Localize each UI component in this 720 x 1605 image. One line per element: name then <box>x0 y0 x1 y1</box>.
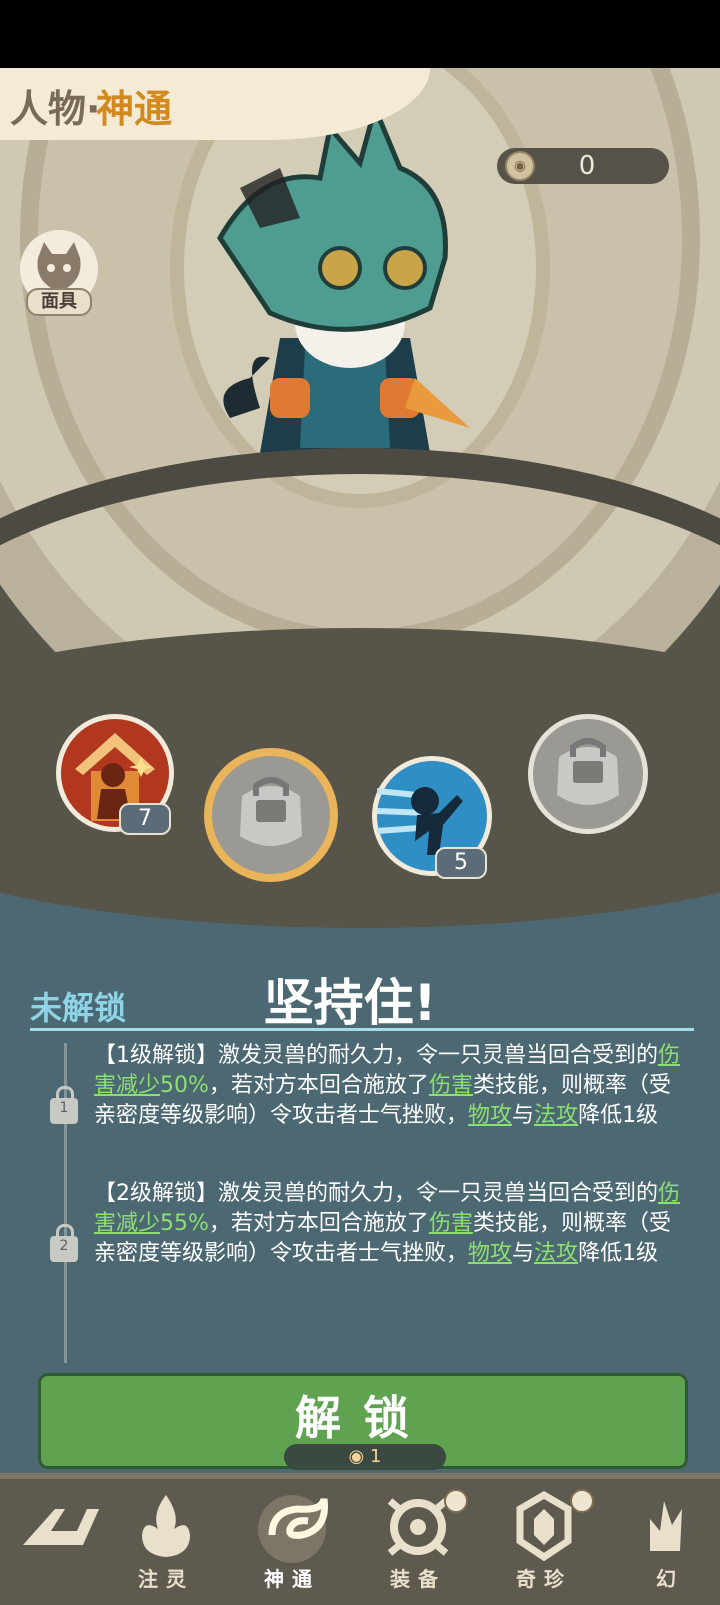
nav-back[interactable] <box>10 1489 110 1599</box>
upgrade-badge-icon <box>444 1489 468 1513</box>
mask-lock-icon <box>240 777 302 846</box>
link-damage[interactable]: 伤害 <box>429 1211 473 1236</box>
level-1-description: 【1级解锁】激发灵兽的耐久力，令一只灵兽当回合受到的伤害减少50%，若对方本回合… <box>94 1043 681 1128</box>
currency-display: ◉ 0 <box>497 148 669 184</box>
divider <box>30 1028 694 1031</box>
lock-icon: 1 <box>50 1086 78 1124</box>
mask-button[interactable]: 面具 <box>18 230 100 330</box>
title-part-2: 神通 <box>96 87 173 131</box>
mask-label: 面具 <box>26 288 92 316</box>
link-magic-attack[interactable]: 法攻 <box>534 1241 578 1266</box>
skill-level-badge: 5 <box>435 847 487 879</box>
upgrade-badge-icon <box>570 1489 594 1513</box>
currency-value: 0 <box>578 151 596 181</box>
bottom-nav: 注灵 神通 装备 奇珍 幻 <box>0 1473 720 1605</box>
game-screen: 人物· 神通 ◉ 0 面具 7 5 未解锁 坚持住! 1 【1级解锁】激发灵兽的… <box>0 68 720 1605</box>
unlock-label: 解锁 <box>295 1391 431 1445</box>
nav-huan[interactable]: 幻 <box>620 1489 720 1599</box>
swirl-icon <box>258 1495 329 1563</box>
nav-zhuling[interactable]: 注灵 <box>116 1489 216 1599</box>
title-part-1: 人物· <box>10 87 101 131</box>
link-magic-attack[interactable]: 法攻 <box>534 1103 578 1128</box>
flame-spirit-icon <box>142 1495 190 1557</box>
skill-slot-1[interactable]: 7 <box>56 714 174 835</box>
mask-lock-icon <box>557 738 619 805</box>
nav-shentong[interactable]: 神通 <box>242 1489 342 1599</box>
unlock-cost: ◉ 1 <box>284 1444 446 1470</box>
back-arrow-icon <box>23 1509 99 1545</box>
link-physical-attack[interactable]: 物攻 <box>468 1103 512 1128</box>
unlock-button[interactable]: 解锁 ◉ 1 <box>38 1373 688 1470</box>
level-2-description: 【2级解锁】激发灵兽的耐久力，令一只灵兽当回合受到的伤害减少55%，若对方本回合… <box>94 1181 681 1266</box>
skill-slot-4[interactable] <box>528 714 648 834</box>
skill-slot-3[interactable]: 5 <box>372 756 492 879</box>
fan-icon <box>650 1501 682 1551</box>
skill-slot-2[interactable] <box>204 748 338 882</box>
lock-icon: 2 <box>50 1224 78 1262</box>
link-damage[interactable]: 伤害 <box>429 1073 473 1098</box>
skill-name: 坚持住! <box>263 974 437 1032</box>
coin-icon: ◉ <box>505 151 535 181</box>
nav-qizhen[interactable]: 奇珍 <box>494 1489 594 1599</box>
skill-level-badge: 7 <box>119 803 171 835</box>
character-figure <box>217 108 470 453</box>
nav-zhuangbei[interactable]: 装备 <box>368 1489 468 1599</box>
unlock-status: 未解锁 <box>30 989 127 1027</box>
link-physical-attack[interactable]: 物攻 <box>468 1241 512 1266</box>
